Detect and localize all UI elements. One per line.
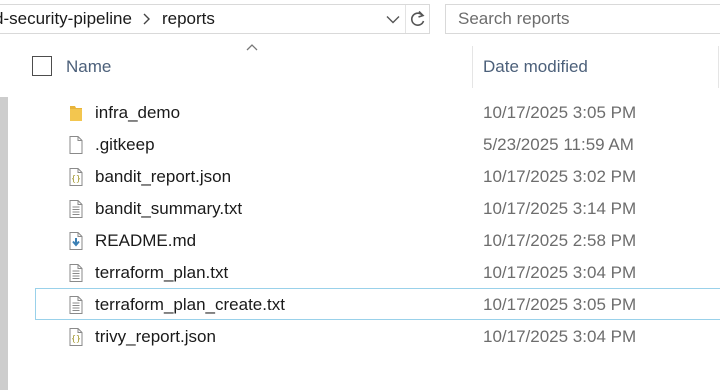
svg-text:{}: {} bbox=[71, 334, 81, 343]
file-row[interactable]: {} bandit_report.json 10/17/2025 3:02 PM bbox=[35, 160, 720, 192]
file-row[interactable]: README.md 10/17/2025 2:58 PM bbox=[35, 224, 720, 256]
address-history-dropdown[interactable] bbox=[381, 5, 405, 33]
refresh-icon bbox=[411, 10, 425, 26]
column-header-row: Name Date modified bbox=[22, 46, 720, 88]
file-date-modified: 10/17/2025 3:05 PM bbox=[483, 295, 637, 314]
file-name: terraform_plan_create.txt bbox=[95, 295, 285, 314]
json-file-icon: {} bbox=[66, 167, 86, 187]
file-date-modified: 10/17/2025 3:05 PM bbox=[483, 103, 637, 122]
file-date-modified: 10/17/2025 3:04 PM bbox=[483, 327, 637, 346]
file-name: infra_demo bbox=[95, 103, 181, 122]
file-name: .gitkeep bbox=[95, 135, 155, 154]
breadcrumb: d-security-pipeline reports bbox=[0, 5, 215, 33]
markdown-file-icon bbox=[66, 231, 86, 251]
chevron-right-icon[interactable] bbox=[132, 13, 162, 25]
file-date-modified: 10/17/2025 2:58 PM bbox=[483, 231, 637, 250]
file-date-modified: 10/17/2025 3:02 PM bbox=[483, 167, 637, 186]
refresh-button[interactable] bbox=[405, 5, 430, 33]
column-divider[interactable] bbox=[472, 46, 473, 88]
file-name: terraform_plan.txt bbox=[95, 263, 229, 282]
chevron-down-icon bbox=[386, 15, 400, 23]
column-header-name[interactable]: Name bbox=[66, 57, 111, 77]
svg-text:{}: {} bbox=[71, 174, 81, 183]
folder-icon bbox=[66, 103, 86, 123]
file-date-modified: 10/17/2025 3:14 PM bbox=[483, 199, 637, 218]
select-all-checkbox[interactable] bbox=[32, 56, 52, 76]
file-row[interactable]: bandit_summary.txt 10/17/2025 3:14 PM bbox=[35, 192, 720, 224]
blank-file-icon bbox=[66, 135, 86, 155]
file-row[interactable]: {} trivy_report.json 10/17/2025 3:04 PM bbox=[35, 320, 720, 352]
search-input[interactable] bbox=[458, 9, 698, 29]
column-divider[interactable] bbox=[718, 46, 719, 88]
column-header-date-modified[interactable]: Date modified bbox=[483, 57, 588, 77]
file-row[interactable]: terraform_plan.txt 10/17/2025 3:04 PM bbox=[35, 256, 720, 288]
address-bar[interactable]: d-security-pipeline reports bbox=[0, 4, 430, 34]
file-row[interactable]: infra_demo 10/17/2025 3:05 PM bbox=[35, 96, 720, 128]
address-bar-row: d-security-pipeline reports bbox=[0, 0, 720, 40]
text-file-icon bbox=[66, 263, 86, 283]
file-name: bandit_report.json bbox=[95, 167, 232, 186]
file-row[interactable]: terraform_plan_create.txt 10/17/2025 3:05… bbox=[35, 288, 720, 320]
file-name: bandit_summary.txt bbox=[95, 199, 243, 218]
navigation-pane-edge bbox=[0, 97, 8, 390]
breadcrumb-item-reports[interactable]: reports bbox=[162, 9, 215, 29]
file-name: README.md bbox=[95, 231, 197, 250]
file-date-modified: 5/23/2025 11:59 AM bbox=[483, 135, 634, 154]
text-file-icon bbox=[66, 199, 86, 219]
search-box[interactable] bbox=[445, 4, 720, 34]
file-row[interactable]: .gitkeep 5/23/2025 11:59 AM bbox=[35, 128, 720, 160]
file-date-modified: 10/17/2025 3:04 PM bbox=[483, 263, 637, 282]
text-file-icon bbox=[66, 295, 86, 315]
json-file-icon: {} bbox=[66, 327, 86, 347]
file-name: trivy_report.json bbox=[95, 327, 216, 346]
breadcrumb-item-project[interactable]: d-security-pipeline bbox=[0, 9, 132, 29]
